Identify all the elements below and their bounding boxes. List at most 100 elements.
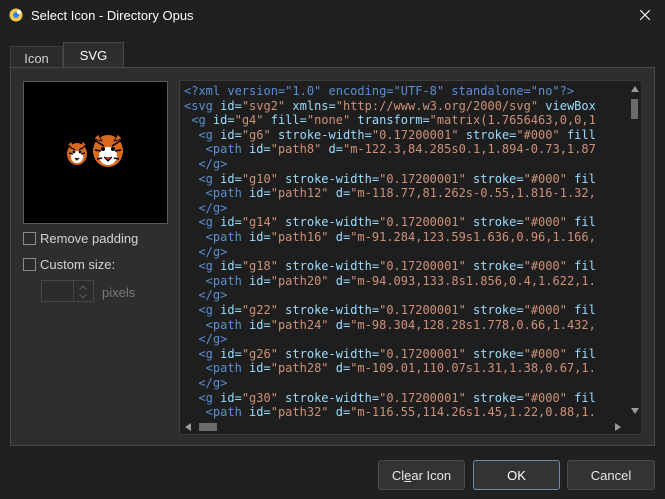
code-content[interactable]: <?xml version="1.0" encoding="UTF-8" sta… <box>180 81 628 419</box>
code-token: </g> <box>184 200 228 215</box>
horizontal-scrollbar[interactable] <box>180 419 628 434</box>
chevron-up-icon[interactable] <box>79 283 87 291</box>
code-token: d= <box>335 361 351 376</box>
cancel-button[interactable]: Cancel <box>567 460 655 490</box>
code-line: <path id="path32" d="m-116.55,114.26s1.4… <box>184 405 596 419</box>
code-token: stroke= <box>473 171 524 186</box>
ok-button[interactable]: OK <box>473 460 560 490</box>
scroll-down-arrow-icon[interactable] <box>630 406 640 416</box>
code-token: fill <box>566 127 596 142</box>
code-token: id= <box>220 171 242 186</box>
code-token: "g14" <box>241 215 286 230</box>
svg-code-editor[interactable]: <?xml version="1.0" encoding="UTF-8" sta… <box>179 80 641 435</box>
code-token: <g <box>184 127 221 142</box>
code-token: "path8" <box>270 142 329 157</box>
code-token: "g10" <box>241 171 286 186</box>
pixels-unit-label: pixels <box>102 285 136 300</box>
tab-icon[interactable]: Icon <box>10 46 63 69</box>
code-token: fil <box>574 259 596 274</box>
code-token: <path <box>184 405 250 419</box>
custom-size-label: Custom size: <box>40 257 116 272</box>
scroll-up-arrow-icon[interactable] <box>630 84 640 94</box>
code-line: </g> <box>184 157 227 172</box>
close-button[interactable] <box>625 0 665 32</box>
remove-padding-label: Remove padding <box>40 231 139 246</box>
code-token: id= <box>249 405 271 419</box>
title-bar: Select Icon - Directory Opus <box>0 0 665 32</box>
code-line: <path id="path16" d="m-91.284,123.59s1.6… <box>184 230 596 245</box>
chevron-down-icon[interactable] <box>79 292 87 300</box>
code-token: stroke= <box>465 127 517 142</box>
code-token: id= <box>220 346 242 361</box>
code-token: <g <box>184 215 221 230</box>
code-token: id= <box>249 230 271 244</box>
code-line: <path id="path24" d="m-98.304,128.28s1.7… <box>184 318 596 333</box>
code-line: <svg id="svg2" xmlns="http://www.w3.org/… <box>184 99 596 114</box>
code-token: viewBox <box>545 98 596 113</box>
code-token: "0.17200001" <box>379 259 474 274</box>
code-token: "0.17200001" <box>379 390 474 405</box>
code-token: "#000" <box>523 171 575 186</box>
code-token: "m-122.3,84.285s0.1,1.894-0.73,1.87 <box>342 142 596 157</box>
code-token: "path12" <box>270 186 336 201</box>
code-token: "0.17200001" <box>371 127 466 142</box>
code-token: <g <box>184 171 221 186</box>
code-token: fill= <box>270 113 307 128</box>
code-token: <path <box>184 142 250 157</box>
code-line: </g> <box>184 288 227 303</box>
clear-icon-label-prefix: Cl <box>391 467 405 483</box>
scrollbar-corner <box>628 419 641 434</box>
code-token: <path <box>184 273 250 288</box>
code-token: <path <box>184 317 250 332</box>
code-line: <g id="g4" fill="none" transform="matrix… <box>184 113 596 128</box>
code-token: </g> <box>184 157 228 171</box>
code-token: "path24" <box>270 317 336 332</box>
code-token: "path16" <box>270 230 336 244</box>
custom-size-input[interactable] <box>41 280 74 302</box>
code-line: <g id="g26" stroke-width="0.17200001" st… <box>184 346 595 362</box>
vertical-scrollbar[interactable] <box>628 81 641 419</box>
code-token: <?xml version="1.0" encoding="UTF-8" sta… <box>184 84 575 98</box>
tab-svg[interactable]: SVG <box>63 42 124 68</box>
code-line: </g> <box>184 332 227 347</box>
code-token: "m-94.093,133.8s1.856,0.4,1.622,1. <box>350 273 596 288</box>
code-line: <path id="path20" d="m-94.093,133.8s1.85… <box>184 274 596 289</box>
code-token: <path <box>184 230 250 244</box>
clear-icon-accelerator: e <box>404 467 412 483</box>
code-token: id= <box>220 259 242 274</box>
custom-size-option[interactable]: Custom size: <box>23 257 115 272</box>
horizontal-scroll-thumb[interactable] <box>199 423 217 431</box>
scroll-left-arrow-icon[interactable] <box>183 422 193 432</box>
code-token: id= <box>220 98 242 113</box>
code-line: <?xml version="1.0" encoding="UTF-8" sta… <box>184 84 574 99</box>
code-token: stroke= <box>473 390 524 405</box>
code-token: "0.17200001" <box>379 346 474 361</box>
code-token: stroke-width= <box>285 303 380 317</box>
tab-strip: Icon SVG <box>10 42 655 69</box>
custom-size-spinner[interactable] <box>74 280 94 302</box>
code-token: "g4" <box>234 113 271 128</box>
tiger-icon-small <box>67 142 87 165</box>
code-token: stroke= <box>473 303 524 317</box>
remove-padding-option[interactable]: Remove padding <box>23 231 138 246</box>
code-token: "m-91.284,123.59s1.636,0.96,1.166, <box>350 230 596 244</box>
code-token: "0.17200001" <box>379 303 474 317</box>
custom-size-checkbox[interactable] <box>23 258 36 271</box>
code-token: <g <box>184 303 221 317</box>
code-line: <g id="g10" stroke-width="0.17200001" st… <box>184 171 595 187</box>
scroll-right-arrow-icon[interactable] <box>613 422 623 432</box>
clear-icon-button[interactable]: Cl e ar Icon <box>378 460 465 490</box>
code-token: stroke-width= <box>277 127 372 142</box>
clear-icon-label-suffix: ar Icon <box>411 467 452 483</box>
remove-padding-checkbox[interactable] <box>23 232 36 245</box>
code-token: id= <box>249 186 271 201</box>
icon-preview <box>23 81 168 224</box>
code-token: xmlns= <box>292 98 336 113</box>
code-token: id= <box>220 303 242 317</box>
code-token: d= <box>335 405 351 419</box>
code-token: </g> <box>184 244 228 259</box>
vertical-scroll-thumb[interactable] <box>631 99 638 119</box>
code-token: "m-109.01,110.07s1.31,1.38,0.67,1. <box>350 361 596 376</box>
preview-canvas <box>67 133 123 167</box>
code-line: </g> <box>184 376 227 391</box>
